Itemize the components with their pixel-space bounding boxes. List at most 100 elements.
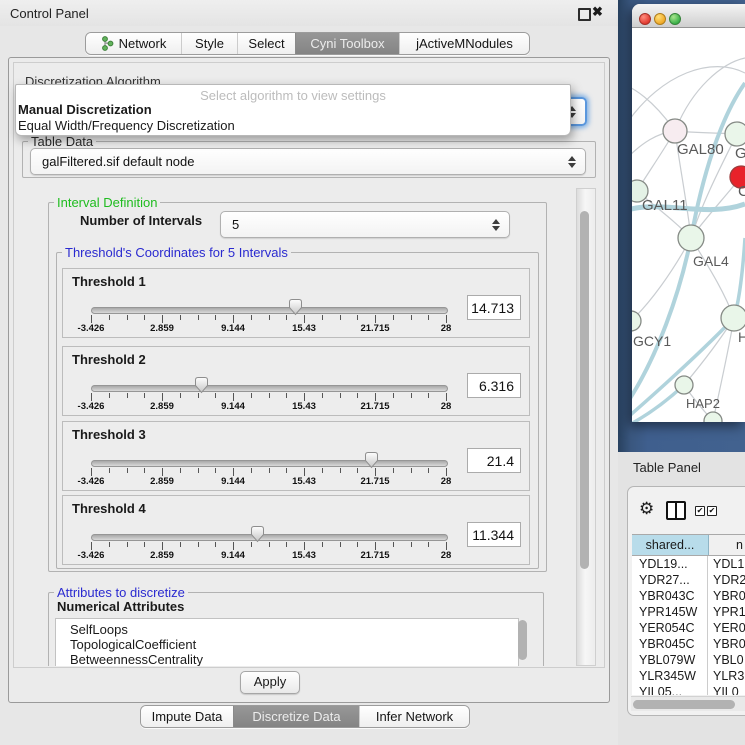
tab-select[interactable]: Select <box>237 33 295 54</box>
table-row[interactable]: YDL19...YDL1 <box>632 556 745 572</box>
network-canvas[interactable]: GAL80 GA GAL11 C GAL4 GCY1 H HAP2 <box>632 28 745 422</box>
node-hap2[interactable] <box>675 376 693 394</box>
slider-tick <box>393 542 394 547</box>
slider-tick-label: 2.859 <box>132 323 192 334</box>
node-partial-right[interactable] <box>725 122 745 146</box>
tab-style[interactable]: Style <box>181 33 237 54</box>
attribute-list-item[interactable]: TopologicalCoefficient <box>56 637 518 652</box>
table-hscrollbar-track[interactable] <box>631 696 745 711</box>
minimize-traffic-light-icon[interactable] <box>654 13 666 25</box>
slider-tick <box>127 542 128 547</box>
tab-label: Network <box>119 36 167 51</box>
table-cell[interactable]: YPR145W <box>632 604 708 620</box>
threshold-value-field[interactable] <box>467 373 521 398</box>
network-view-window[interactable]: GAL80 GA GAL11 C GAL4 GCY1 H HAP2 <box>632 4 745 422</box>
network-nodes[interactable] <box>632 119 745 422</box>
slider-thumb[interactable] <box>250 525 265 543</box>
zoom-traffic-light-icon[interactable] <box>669 13 681 25</box>
table-cell[interactable]: YIL0 <box>708 684 745 695</box>
apply-button[interactable]: Apply <box>240 671 300 694</box>
attribute-list-item[interactable]: BetweennessCentrality <box>56 652 518 666</box>
network-window-titlebar[interactable] <box>632 4 745 28</box>
table-cell[interactable]: YPR1 <box>708 604 745 620</box>
node-label: HAP2 <box>686 396 720 411</box>
tab-impute-data[interactable]: Impute Data <box>141 706 233 727</box>
float-window-icon[interactable] <box>578 8 591 21</box>
numerical-attributes-list[interactable]: SelfLoopsTopologicalCoefficientBetweenne… <box>55 618 519 666</box>
table-cell[interactable]: YER0 <box>708 620 745 636</box>
table-cell[interactable]: YBR043C <box>632 588 708 604</box>
slider-track[interactable] <box>91 385 448 392</box>
slider-track[interactable] <box>91 307 448 314</box>
slider-track[interactable] <box>91 534 448 541</box>
tab-infer-network[interactable]: Infer Network <box>359 706 469 727</box>
node-label: GA <box>735 145 745 162</box>
slider-tick <box>180 542 181 547</box>
node-h[interactable] <box>721 305 745 331</box>
table-row[interactable]: YPR145WYPR1 <box>632 604 745 620</box>
table-row[interactable]: YDR27...YDR2 <box>632 572 745 588</box>
column-header-name[interactable]: n <box>709 535 745 555</box>
close-icon[interactable]: ✖ <box>592 4 603 20</box>
table-row[interactable]: YBL079WYBL0 <box>632 652 745 668</box>
slider-thumb[interactable] <box>288 298 303 316</box>
popup-item-manual[interactable]: Manual Discretization <box>18 102 152 117</box>
slider-thumb[interactable] <box>194 376 209 394</box>
slider-tick <box>304 542 305 550</box>
table-cell[interactable]: YLR345W <box>632 668 708 684</box>
node-gal4[interactable] <box>678 225 704 251</box>
threshold-label: Threshold 3 <box>72 427 146 442</box>
close-traffic-light-icon[interactable] <box>639 13 651 25</box>
table-row[interactable]: YLR345WYLR3 <box>632 668 745 684</box>
attributes-list-scrollbar[interactable] <box>518 620 527 660</box>
settings-scrollbar-track[interactable] <box>576 188 596 666</box>
table-hscrollbar-thumb[interactable] <box>633 700 735 709</box>
table-cell[interactable]: YDL19... <box>632 556 708 572</box>
table-cell[interactable]: YDR2 <box>708 572 745 588</box>
checkbox-icon[interactable]: ✔ <box>707 506 717 516</box>
table-cell[interactable]: YER054C <box>632 620 708 636</box>
node-gcy1[interactable] <box>632 311 641 331</box>
panel-title: Control Panel <box>10 6 89 21</box>
table-data-combobox[interactable]: galFiltered.sif default node <box>30 148 586 175</box>
tab-jactivemnodules[interactable]: jActiveMNodules <box>399 33 529 54</box>
table-cell[interactable]: YDR27... <box>632 572 708 588</box>
table-cell[interactable]: YDL1 <box>708 556 745 572</box>
slider-tick <box>322 393 323 398</box>
num-intervals-combobox[interactable]: 5 <box>220 211 510 238</box>
threshold-value-field[interactable] <box>467 448 521 473</box>
table-cell[interactable]: YBL079W <box>632 652 708 668</box>
column-header-shared-name[interactable]: shared... <box>632 535 709 555</box>
tab-cyni-toolbox[interactable]: Cyni Toolbox <box>295 33 399 54</box>
table-cell[interactable]: YLR3 <box>708 668 745 684</box>
settings-scrollbar-thumb[interactable] <box>580 211 589 569</box>
table-cell[interactable]: YBL0 <box>708 652 745 668</box>
attribute-list-item[interactable]: SelfLoops <box>56 622 518 637</box>
table-row[interactable]: YBR043CYBR0 <box>632 588 745 604</box>
numerical-attributes-label: Numerical Attributes <box>57 599 184 614</box>
threshold-value-field[interactable] <box>467 295 521 320</box>
table-cell[interactable]: YBR0 <box>708 636 745 652</box>
tab-label: Cyni Toolbox <box>310 36 384 51</box>
node-gal80[interactable] <box>663 119 687 143</box>
threshold-value-field[interactable] <box>467 522 521 547</box>
gear-icon[interactable]: ⚙ <box>639 500 654 517</box>
checkbox-icon[interactable]: ✔ <box>695 506 705 516</box>
num-intervals-value: 5 <box>232 217 239 232</box>
table-row[interactable]: YER054CYER0 <box>632 620 745 636</box>
slider-thumb[interactable] <box>364 451 379 469</box>
table-cell[interactable]: YIL05... <box>632 684 708 695</box>
tab-network[interactable]: Network <box>86 33 181 54</box>
popup-item-equal-width[interactable]: Equal Width/Frequency Discretization <box>18 118 235 133</box>
tab-discretize-data[interactable]: Discretize Data <box>233 706 359 727</box>
slider-tick-label: -3.426 <box>61 323 121 334</box>
table-cell[interactable]: YBR045C <box>632 636 708 652</box>
table-row[interactable]: YIL05...YIL0 <box>632 684 745 695</box>
column-split-icon[interactable] <box>666 501 686 520</box>
slider-track[interactable] <box>91 460 448 467</box>
table-cell[interactable]: YBR0 <box>708 588 745 604</box>
slider-tick <box>357 542 358 547</box>
table-row[interactable]: YBR045CYBR0 <box>632 636 745 652</box>
table-header-row: shared... n <box>632 534 745 556</box>
slider-tick <box>215 393 216 398</box>
